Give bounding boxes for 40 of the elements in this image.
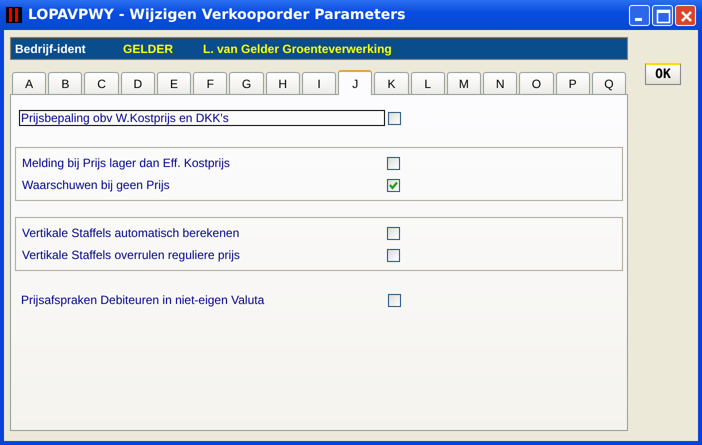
option-label: Vertikale Staffels automatisch berekenen — [21, 225, 240, 241]
tab[interactable]: I — [302, 72, 336, 94]
ok-button[interactable]: OK — [645, 63, 681, 85]
minimize-icon — [635, 18, 642, 20]
option-label: Waarschuwen bij geen Prijs — [21, 177, 171, 193]
option-label: Prijsbepaling obv W.Kostprijs en DKK's — [19, 110, 385, 126]
tab[interactable]: H — [266, 72, 300, 94]
window-title: LOPAVPWY - Wijzigen Verkooporder Parameters — [28, 7, 406, 23]
tab[interactable]: C — [84, 72, 119, 94]
checkbox[interactable] — [387, 178, 400, 192]
close-button[interactable] — [675, 4, 696, 26]
tab[interactable]: L — [410, 72, 445, 94]
option-label: Prijsafspraken Debiteuren in niet-eigen Valuta — [20, 292, 266, 308]
tab[interactable]: K — [374, 72, 409, 94]
tab[interactable]: M — [446, 72, 482, 94]
tab[interactable]: N — [483, 72, 518, 94]
checkmark-icon — [388, 180, 399, 190]
option-label: Melding bij Prijs lager dan Eff. Kostprijs — [21, 155, 231, 171]
option-label: Vertikale Staffels overrulen reguliere prijs — [21, 247, 241, 263]
tab[interactable]: G — [229, 72, 264, 94]
checkbox[interactable] — [387, 248, 400, 262]
checkbox[interactable] — [387, 156, 400, 170]
minimize-button[interactable] — [629, 4, 650, 26]
tab[interactable]: E — [156, 72, 192, 94]
tab[interactable]: A — [12, 72, 46, 94]
tab[interactable]: O — [519, 72, 554, 94]
tab[interactable]: Q — [592, 72, 626, 94]
tab[interactable]: P — [556, 72, 590, 94]
checkbox[interactable] — [388, 294, 401, 306]
tab[interactable]: D — [120, 72, 155, 94]
tab[interactable]: B — [48, 72, 82, 94]
checkbox[interactable] — [388, 112, 401, 124]
tab[interactable]: J — [338, 70, 372, 95]
app-icon — [6, 7, 22, 23]
maximize-button[interactable] — [652, 4, 673, 26]
company-code: GELDER — [123, 42, 174, 56]
company-name: L. van Gelder Groenteverwerking — [203, 42, 392, 56]
company-label: Bedrijf-ident — [15, 42, 87, 56]
tab[interactable]: F — [193, 72, 228, 94]
checkbox[interactable] — [387, 226, 400, 240]
